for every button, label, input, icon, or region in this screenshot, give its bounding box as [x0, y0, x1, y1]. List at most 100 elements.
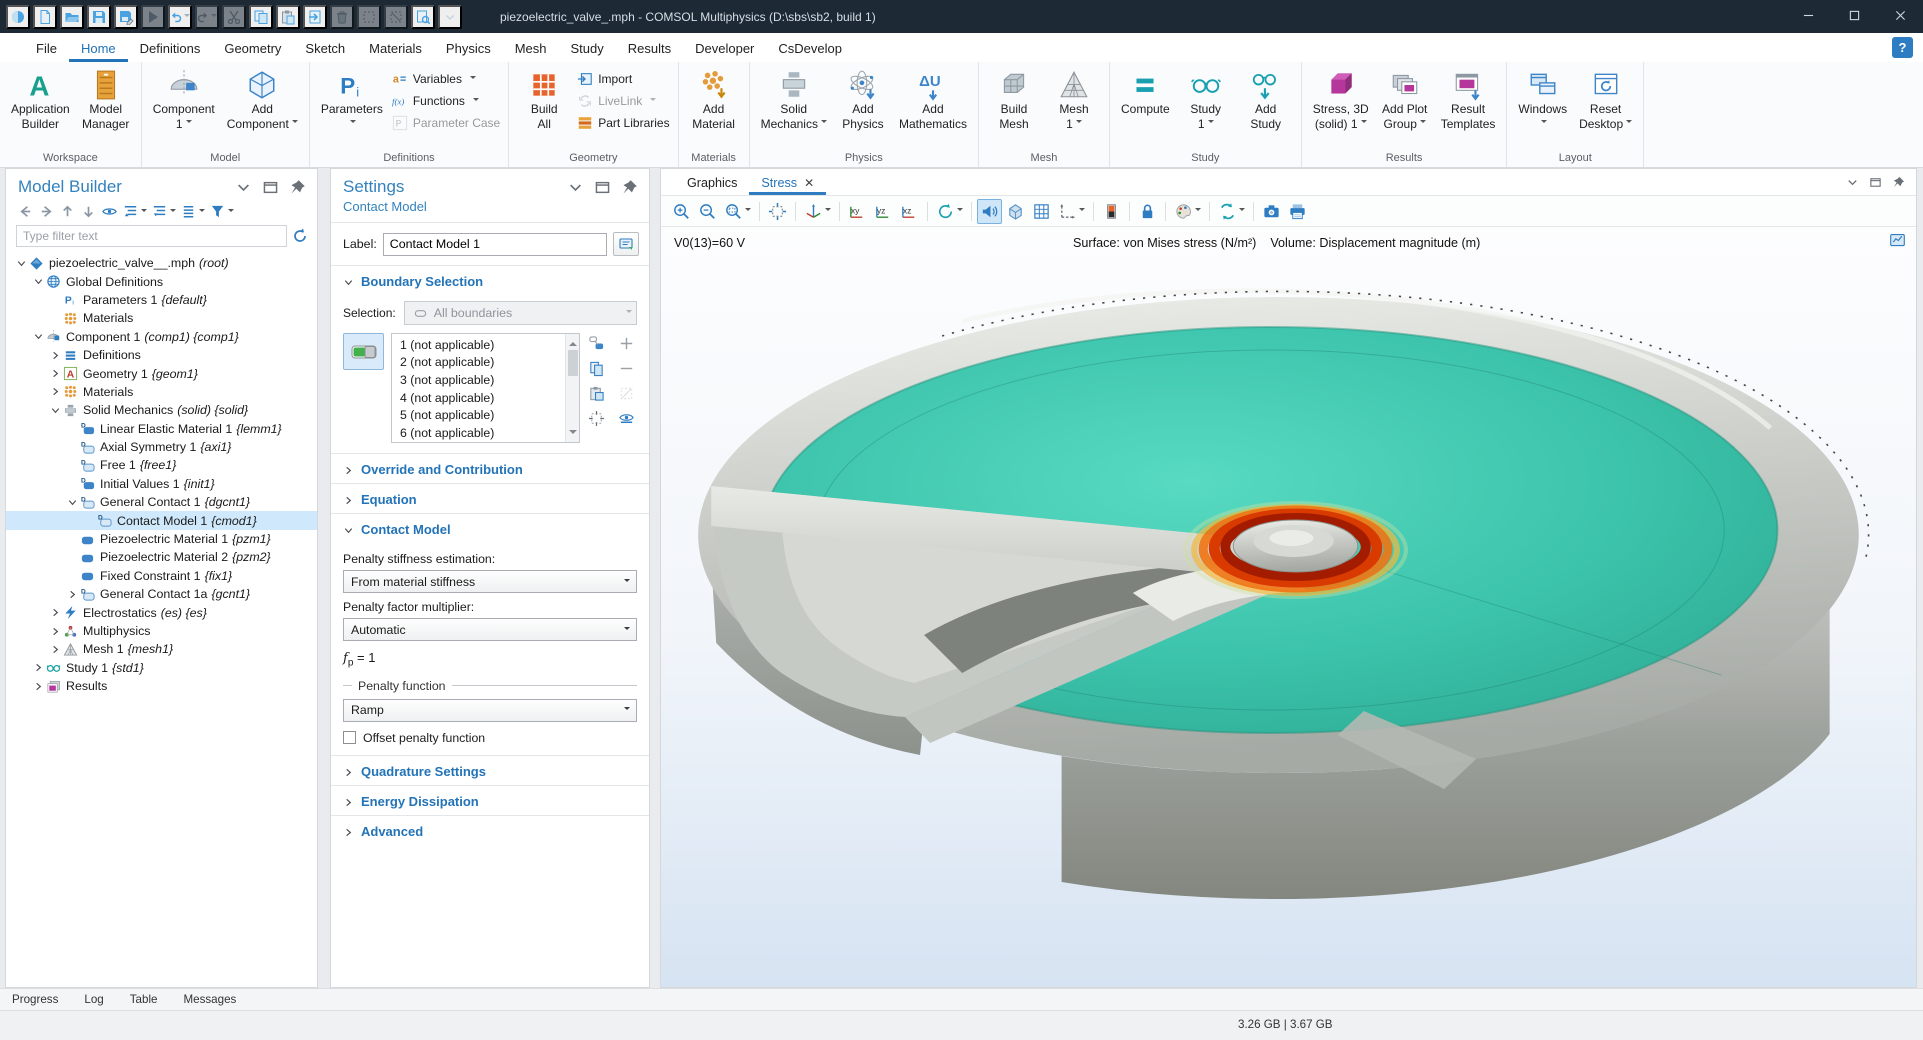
zoom-box-button[interactable] [721, 199, 754, 224]
penalty-function-select[interactable]: Ramp [343, 699, 637, 722]
scroll-down-icon[interactable] [569, 430, 577, 438]
reset-desktop-button[interactable]: ResetDesktop [1574, 65, 1637, 131]
tree-item-free-1[interactable]: DFree 1{free1} [6, 456, 317, 474]
import-button[interactable]: Import [577, 69, 632, 88]
new-file-button[interactable] [33, 5, 57, 29]
collapse-all-button[interactable] [121, 202, 148, 221]
result-templates-button[interactable]: ResultTemplates [1436, 65, 1501, 131]
comsol-logo-button[interactable] [6, 5, 30, 29]
go-to-view-button[interactable] [801, 199, 834, 224]
penalty-factor-select[interactable]: Automatic [343, 618, 637, 641]
compute-button[interactable]: Compute [1116, 65, 1175, 117]
zoom-extents-button[interactable] [765, 199, 790, 224]
application-builder-button[interactable]: AApplicationBuilder [6, 65, 75, 131]
panel-pin-button[interactable] [288, 178, 307, 197]
run-button[interactable] [141, 5, 165, 29]
bottom-tab-progress[interactable]: Progress [12, 993, 58, 1006]
remove-from-selection-button[interactable] [617, 358, 637, 378]
filter-input[interactable] [16, 225, 287, 247]
save-button[interactable] [87, 5, 111, 29]
scroll-thumb[interactable] [568, 350, 578, 376]
clear-frame-button[interactable] [384, 5, 408, 29]
build-all-button[interactable]: BuildAll [515, 65, 573, 131]
panel-menu-button[interactable] [234, 178, 253, 197]
livelink-button[interactable]: LiveLink [577, 91, 656, 110]
part-libraries-button[interactable]: Part Libraries [577, 113, 669, 132]
parameter-case-button[interactable]: PParameter Case [392, 113, 500, 132]
tree-item-materials[interactable]: Materials [6, 309, 317, 327]
paste-button[interactable] [276, 5, 300, 29]
color-legend-button[interactable] [1099, 199, 1124, 224]
tree-item-general-contact-1a[interactable]: DGeneral Contact 1a{gcnt1} [6, 585, 317, 603]
menu-home[interactable]: Home [69, 35, 128, 62]
boundary-list[interactable]: 1 (not applicable)2 (not applicable)3 (n… [391, 333, 580, 443]
tree-item-piezoelectric-material-2[interactable]: Piezoelectric Material 2{pzm2} [6, 548, 317, 566]
menu-file[interactable]: File [24, 35, 69, 62]
paste-into-button[interactable] [303, 5, 327, 29]
maximize-button[interactable] [1831, 0, 1877, 33]
boundary-list-item[interactable]: 1 (not applicable) [392, 336, 565, 354]
zoom-to-selection-button[interactable] [587, 408, 607, 428]
menu-mesh[interactable]: Mesh [503, 35, 559, 62]
penalty-stiffness-select[interactable]: From material stiffness [343, 570, 637, 593]
boundary-list-item[interactable]: 5 (not applicable) [392, 406, 565, 424]
zoom-in-button[interactable] [669, 199, 694, 224]
tree-item-materials[interactable]: Materials [6, 383, 317, 401]
tree-item-results[interactable]: Results [6, 677, 317, 695]
more-chevron-button[interactable] [438, 5, 462, 29]
offset-penalty-checkbox[interactable] [343, 731, 356, 744]
tree-item-general-contact-1[interactable]: DGeneral Contact 1{dgcnt1} [6, 493, 317, 511]
node-order-button[interactable] [179, 202, 206, 221]
open-folder-button[interactable] [60, 5, 84, 29]
tree-item-piezoelectric-valve-mph[interactable]: piezoelectric_valve__.mph(root) [6, 254, 317, 272]
copy-button[interactable] [249, 5, 273, 29]
tree-item-global-definitions[interactable]: Global Definitions [6, 272, 317, 290]
list-scrollbar[interactable] [565, 334, 579, 442]
show-selection-button[interactable] [617, 408, 637, 428]
panel-pin-button[interactable] [620, 178, 639, 197]
add-to-selection-button[interactable] [617, 333, 637, 353]
graphics-canvas[interactable]: V0(13)=60 V Surface: von Mises stress (N… [661, 227, 1916, 987]
tree-item-axial-symmetry-1[interactable]: DAxial Symmetry 1{axi1} [6, 438, 317, 456]
variables-button[interactable]: a=Variables [392, 69, 476, 88]
zoom-out-button[interactable] [695, 199, 720, 224]
section-equation-header[interactable]: Equation [331, 484, 649, 513]
section-boundary-selection-header[interactable]: Boundary Selection [331, 266, 649, 295]
view-xy-button[interactable]: xy [845, 199, 870, 224]
create-selection-button[interactable] [587, 333, 607, 353]
help-button[interactable]: ? [1892, 37, 1913, 58]
parameters-button[interactable]: PiParameters [316, 65, 388, 131]
find-preview-button[interactable] [411, 5, 435, 29]
active-toggle-button[interactable] [343, 333, 384, 370]
tree-item-electrostatics[interactable]: Electrostatics(es) {es} [6, 603, 317, 621]
menu-physics[interactable]: Physics [434, 35, 503, 62]
windows-button[interactable]: Windows [1513, 65, 1572, 131]
view-xz-button[interactable]: xz [897, 199, 922, 224]
tree-item-linear-elastic-material-1[interactable]: DLinear Elastic Material 1{lemm1} [6, 420, 317, 438]
add-physics-button[interactable]: AddPhysics [834, 65, 892, 131]
menu-results[interactable]: Results [616, 35, 683, 62]
print-button[interactable] [1285, 199, 1310, 224]
add-study-button[interactable]: AddStudy [1237, 65, 1295, 131]
tree-item-geometry-1[interactable]: AGeometry 1{geom1} [6, 364, 317, 382]
menu-materials[interactable]: Materials [357, 35, 434, 62]
undo-button[interactable] [168, 5, 192, 29]
paste-selection-button[interactable] [587, 383, 607, 403]
boundary-list-item[interactable]: 6 (not applicable) [392, 424, 565, 442]
menu-geometry[interactable]: Geometry [212, 35, 293, 62]
tree-item-mesh-1[interactable]: Mesh 1{mesh1} [6, 640, 317, 658]
snapshot-button[interactable] [1259, 199, 1284, 224]
solid-mechanics-button[interactable]: SolidMechanics [756, 65, 832, 131]
menu-developer[interactable]: Developer [683, 35, 766, 62]
panel-menu-button[interactable] [566, 178, 585, 197]
clear-selection-button[interactable] [617, 383, 637, 403]
boundary-list-item[interactable]: 4 (not applicable) [392, 389, 565, 407]
node-filter-button[interactable] [208, 202, 235, 221]
stress-3d-solid-1-button[interactable]: Stress, 3D(solid) 1 [1308, 65, 1374, 131]
bottom-tab-log[interactable]: Log [84, 993, 103, 1006]
plot-corner-icon[interactable] [1889, 232, 1906, 249]
menu-definitions[interactable]: Definitions [128, 35, 213, 62]
boundary-list-item[interactable]: 2 (not applicable) [392, 354, 565, 372]
go-forward-button[interactable] [37, 202, 56, 221]
functions-button[interactable]: f(x)Functions [392, 91, 479, 110]
